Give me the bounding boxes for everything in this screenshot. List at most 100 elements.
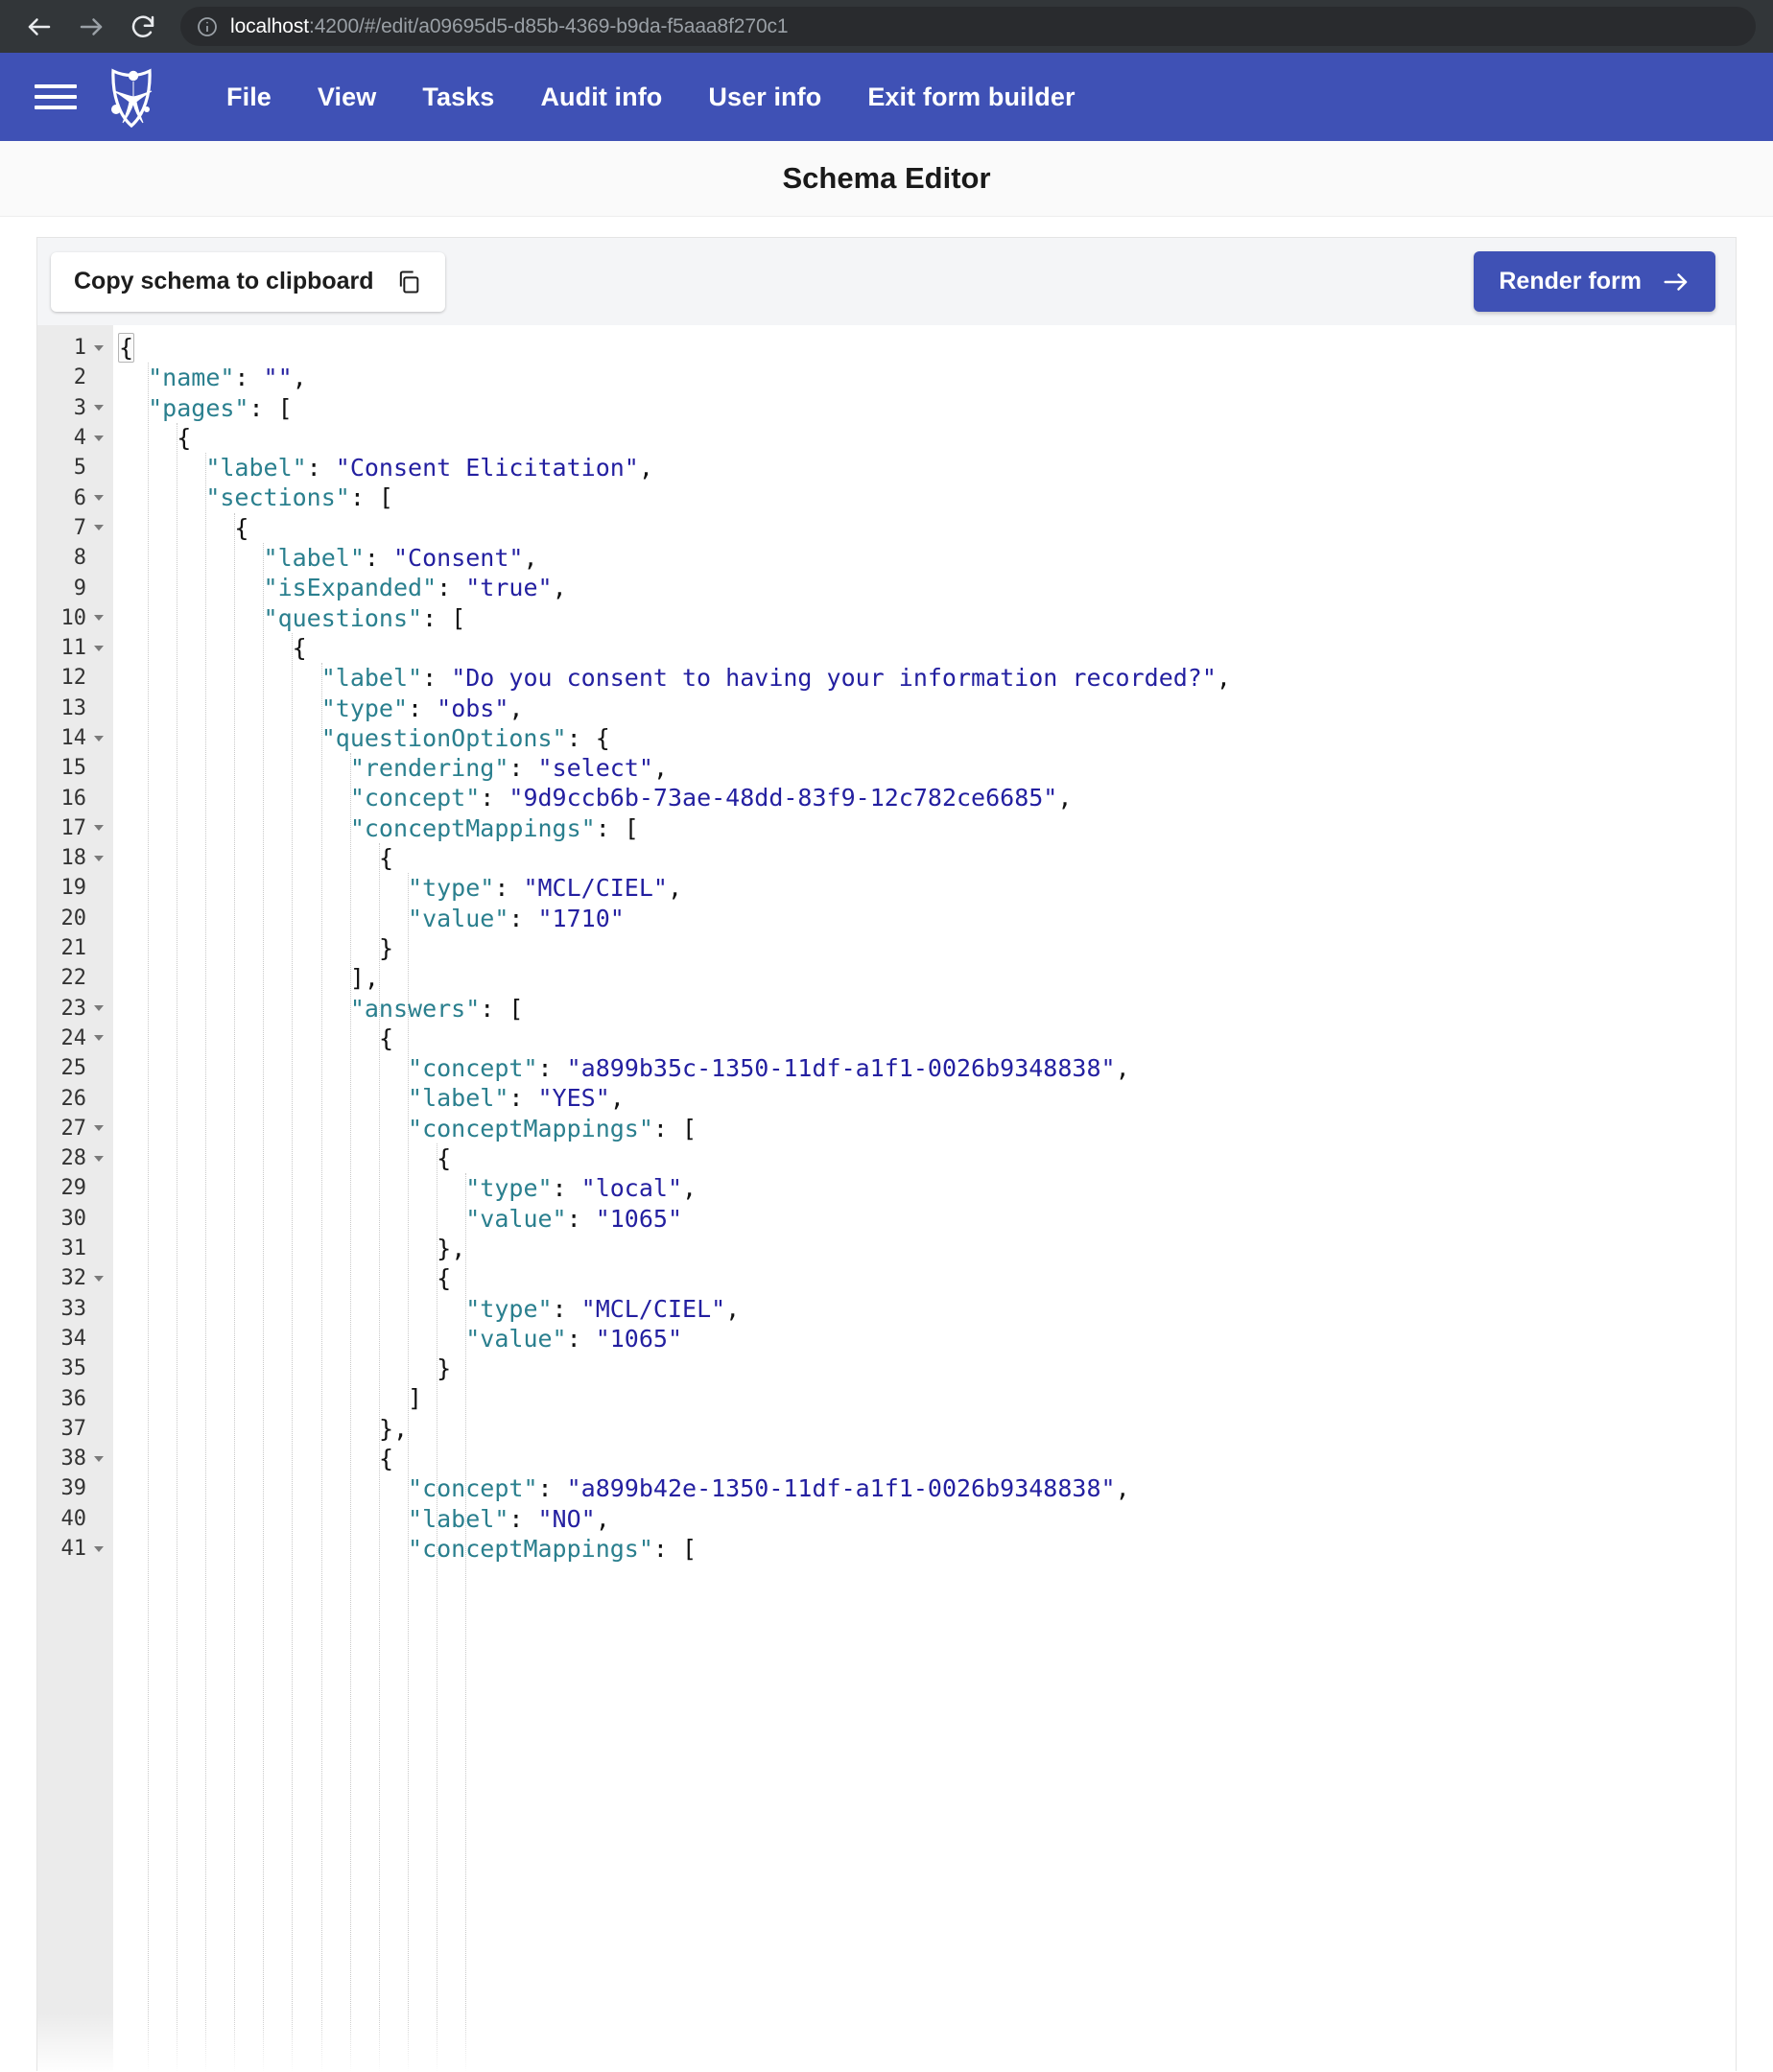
fold-toggle-icon[interactable]: [91, 646, 106, 651]
nav-link-file[interactable]: File: [203, 73, 295, 122]
token-key: "concept": [408, 1474, 538, 1503]
fold-toggle-icon[interactable]: [91, 1005, 106, 1011]
render-form-label: Render form: [1499, 268, 1642, 294]
fold-toggle-icon[interactable]: [91, 525, 106, 530]
code-line[interactable]: "conceptMappings": [: [113, 1534, 1736, 1564]
code-line[interactable]: "questionOptions": {: [113, 723, 1736, 753]
code-line[interactable]: ]: [113, 1383, 1736, 1413]
copy-schema-button[interactable]: Copy schema to clipboard: [51, 251, 445, 312]
token-punct: ]: [408, 1384, 423, 1413]
code-line[interactable]: "pages": [: [113, 393, 1736, 423]
code-line[interactable]: {: [113, 513, 1736, 543]
code-line[interactable]: "type": "MCL/CIEL",: [113, 873, 1736, 903]
token-key: "value": [465, 1324, 567, 1353]
code-line[interactable]: {: [113, 1263, 1736, 1293]
code-line[interactable]: "label": "Do you consent to having your …: [113, 663, 1736, 693]
fold-toggle-icon[interactable]: [91, 345, 106, 351]
fold-toggle-icon[interactable]: [91, 615, 106, 621]
line-number: 1: [37, 333, 113, 363]
openmrs-logo-icon: [111, 68, 153, 129]
code-line[interactable]: "concept": "a899b35c-1350-11df-a1f1-0026…: [113, 1053, 1736, 1083]
address-bar[interactable]: localhost:4200/#/edit/a09695d5-d85b-4369…: [180, 7, 1756, 46]
code-line[interactable]: "type": "obs",: [113, 694, 1736, 723]
fold-toggle-icon[interactable]: [91, 1035, 106, 1041]
fold-toggle-icon[interactable]: [91, 1456, 106, 1462]
code-line[interactable]: "value": "1065": [113, 1324, 1736, 1354]
code-content[interactable]: { "name": "", "pages": [ { "label": "Con…: [113, 325, 1736, 2071]
code-line[interactable]: "isExpanded": "true",: [113, 573, 1736, 602]
code-line[interactable]: "name": "",: [113, 363, 1736, 392]
forward-button[interactable]: [69, 5, 113, 49]
code-line[interactable]: "label": "YES",: [113, 1083, 1736, 1113]
fold-toggle-icon[interactable]: [91, 856, 106, 861]
code-line[interactable]: {: [113, 633, 1736, 663]
code-line[interactable]: },: [113, 1234, 1736, 1263]
code-line[interactable]: "label": "Consent Elicitation",: [113, 453, 1736, 483]
line-number: 41: [37, 1534, 113, 1564]
fold-toggle-icon[interactable]: [91, 736, 106, 742]
back-button[interactable]: [17, 5, 61, 49]
render-form-button[interactable]: Render form: [1474, 251, 1715, 312]
code-line[interactable]: "type": "MCL/CIEL",: [113, 1294, 1736, 1324]
code-line[interactable]: "conceptMappings": [: [113, 813, 1736, 843]
code-editor[interactable]: 1 2 3 4 5 6 7 8 9 10 11 12 13 14 15 16 17 18 19 20 21 22 23 24 2…: [37, 325, 1736, 2071]
code-line[interactable]: "questions": [: [113, 603, 1736, 633]
token-key: "concept": [408, 1054, 538, 1083]
code-line[interactable]: }: [113, 1354, 1736, 1383]
fold-toggle-icon[interactable]: [91, 405, 106, 411]
nav-link-view[interactable]: View: [295, 73, 399, 122]
nav-link-exit-form-builder[interactable]: Exit form builder: [844, 73, 1098, 122]
code-line[interactable]: {: [113, 423, 1736, 453]
line-number: 24: [37, 1024, 113, 1053]
site-info-icon[interactable]: [196, 15, 219, 38]
code-line[interactable]: },: [113, 1414, 1736, 1444]
nav-link-user-info[interactable]: User info: [685, 73, 844, 122]
code-line[interactable]: "conceptMappings": [: [113, 1114, 1736, 1143]
openmrs-logo[interactable]: [102, 63, 161, 130]
token-punct: ],: [349, 964, 379, 993]
code-line[interactable]: ],: [113, 963, 1736, 993]
token-key: "isExpanded": [263, 574, 437, 602]
code-line[interactable]: "value": "1710": [113, 904, 1736, 933]
line-number-gutter[interactable]: 1 2 3 4 5 6 7 8 9 10 11 12 13 14 15 16 17 18 19 20 21 22 23 24 2…: [37, 325, 113, 2071]
code-line[interactable]: "value": "1065": [113, 1204, 1736, 1234]
code-line[interactable]: "concept": "9d9ccb6b-73ae-48dd-83f9-12c7…: [113, 783, 1736, 812]
nav-link-audit-info[interactable]: Audit info: [517, 73, 685, 122]
nav-link-tasks[interactable]: Tasks: [399, 73, 517, 122]
code-line[interactable]: "type": "local",: [113, 1173, 1736, 1203]
fold-toggle-icon[interactable]: [91, 495, 106, 501]
fold-toggle-icon[interactable]: [91, 1546, 106, 1552]
code-line[interactable]: {: [113, 1143, 1736, 1173]
code-line[interactable]: {: [113, 1024, 1736, 1053]
code-line[interactable]: "answers": [: [113, 994, 1736, 1024]
code-line[interactable]: {: [113, 843, 1736, 873]
fold-toggle-icon[interactable]: [91, 1276, 106, 1282]
code-line[interactable]: "sections": [: [113, 483, 1736, 512]
line-number: 6: [37, 483, 113, 512]
code-line[interactable]: "label": "Consent",: [113, 543, 1736, 573]
code-line[interactable]: {: [113, 333, 1736, 363]
token-punct: :: [508, 1084, 538, 1113]
code-line[interactable]: }: [113, 933, 1736, 963]
fold-toggle-icon[interactable]: [91, 1125, 106, 1131]
fold-toggle-icon[interactable]: [91, 825, 106, 831]
code-line[interactable]: "rendering": "select",: [113, 753, 1736, 783]
code-line[interactable]: {: [113, 1444, 1736, 1473]
hamburger-menu-icon[interactable]: [35, 78, 77, 116]
reload-button[interactable]: [121, 5, 165, 49]
line-number: 35: [60, 1356, 87, 1381]
code-line[interactable]: "label": "NO",: [113, 1504, 1736, 1534]
token-str: "select": [537, 754, 653, 783]
fold-toggle-icon[interactable]: [91, 436, 106, 441]
back-arrow-icon: [28, 17, 51, 35]
token-key: "name": [148, 364, 235, 392]
hamburger-bar: [35, 84, 77, 88]
fold-toggle-icon[interactable]: [91, 1156, 106, 1162]
code-line[interactable]: "concept": "a899b42e-1350-11df-a1f1-0026…: [113, 1473, 1736, 1503]
